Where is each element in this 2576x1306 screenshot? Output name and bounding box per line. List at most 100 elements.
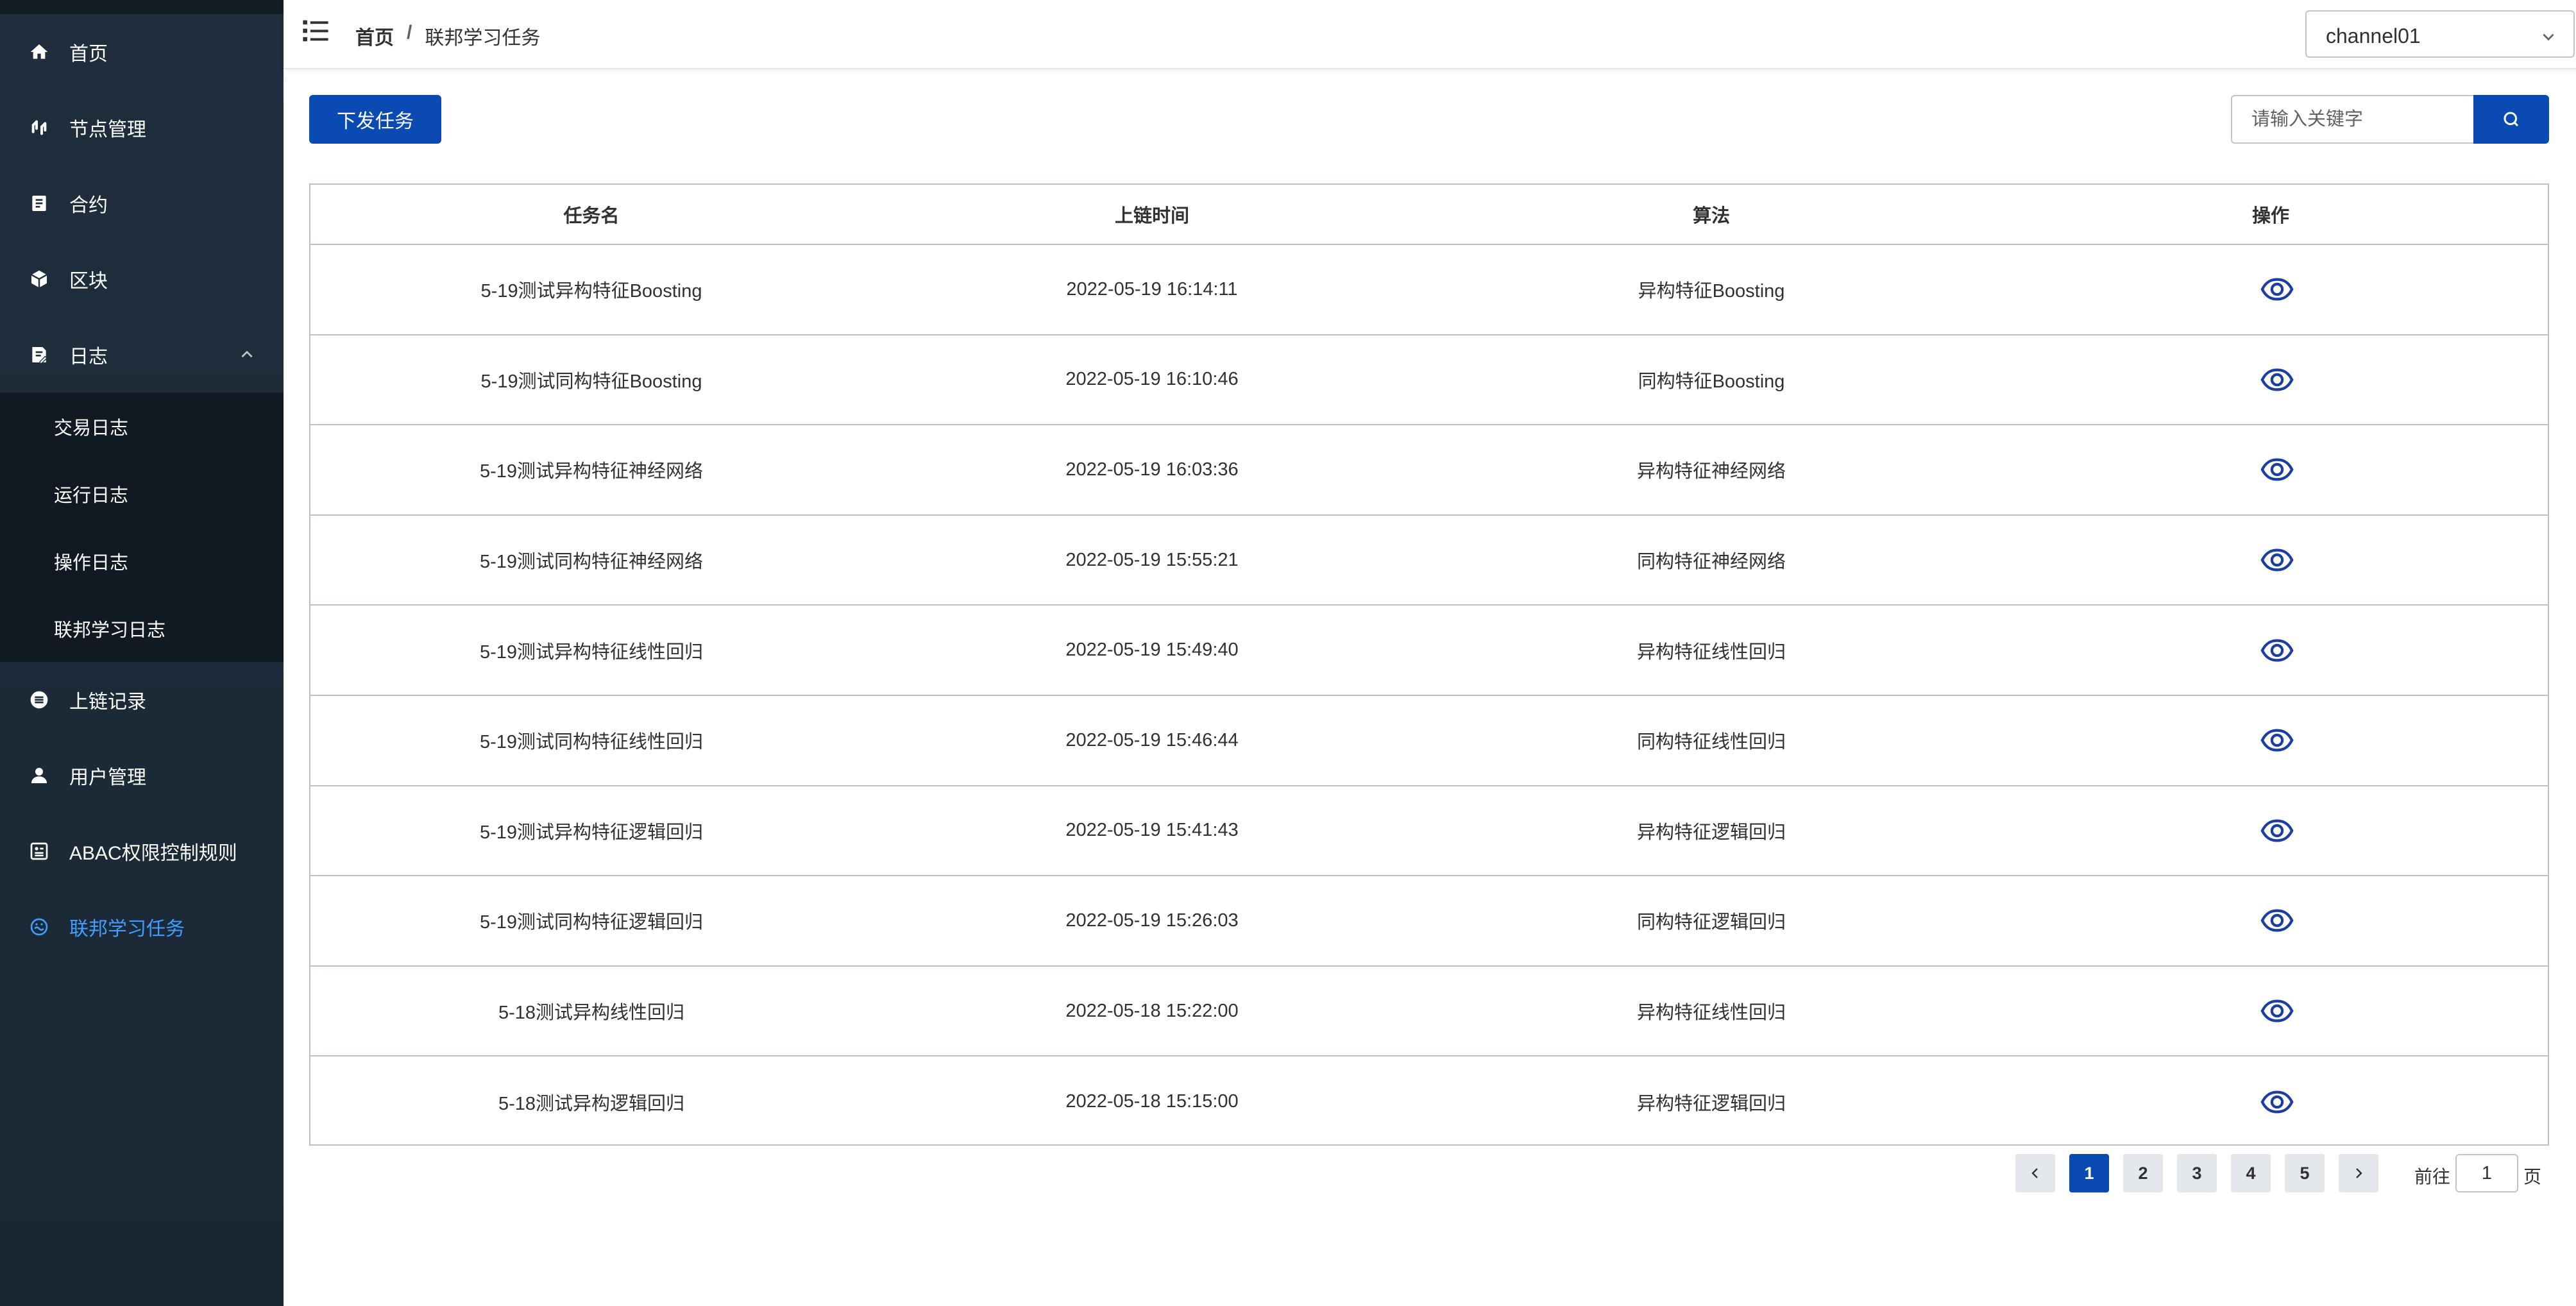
task-name-cell: 5-19测试同构特征Boosting [480,371,702,392]
task-name-cell: 5-18测试异构逻辑回归 [498,1093,685,1114]
algorithm-cell: 同构特征线性回归 [1636,732,1786,753]
actions-cell [1991,516,2550,605]
page-button-4[interactable]: 4 [2231,1154,2271,1192]
breadcrumb: 首页 / 联邦学习任务 [355,22,540,50]
chain-time-cell: 2022-05-19 15:26:03 [1065,910,1239,931]
eye-icon[interactable] [2260,547,2294,573]
page-button-5[interactable]: 5 [2285,1154,2325,1192]
menu-toggle-icon[interactable] [303,19,328,42]
sidebar-item-label: 首页 [69,44,108,65]
table-row: 5-19测试异构特征线性回归 2022-05-19 15:49:40 异构特征线性回… [310,606,2548,696]
eye-icon[interactable] [2260,818,2294,844]
actions-cell [1991,245,2550,334]
page-button-2[interactable]: 2 [2123,1154,2163,1192]
channel-select-value: channel01 [2326,24,2421,47]
algorithm-cell: 异构特征逻辑回归 [1636,822,1786,843]
submenu-item-federated-log[interactable]: 联邦学习日志 [0,595,284,662]
chain-time-cell: 2022-05-19 15:41:43 [1065,820,1239,841]
sidebar-item-users[interactable]: 用户管理 [0,738,284,813]
top-header: 首页 / 联邦学习任务 [284,0,2576,69]
actions-cell [1991,425,2550,514]
chain-record-icon [27,688,51,712]
chevron-right-icon [2356,1168,2362,1178]
submenu-item-runtime-log[interactable]: 运行日志 [0,460,284,527]
prev-page-button[interactable] [2015,1154,2055,1192]
algorithm-cell: 异构特征逻辑回归 [1636,1093,1786,1114]
actions-cell [1991,1056,2550,1147]
node-icon [27,115,51,140]
algorithm-cell: 同构特征神经网络 [1636,552,1786,573]
sidebar-item-contract[interactable]: 合约 [0,165,284,241]
table-row: 5-19测试异构特征神经网络 2022-05-19 16:03:36 异构特征神经网… [310,425,2548,516]
issue-task-button[interactable]: 下发任务 [309,95,441,144]
task-name-cell: 5-18测试异构线性回归 [498,1003,685,1024]
eye-icon[interactable] [2260,457,2294,482]
abac-icon [27,839,51,863]
actions-cell [1991,606,2550,695]
breadcrumb-current: 联邦学习任务 [425,28,541,49]
sidebar-item-label: 上链记录 [69,691,146,713]
algorithm-cell: 异构特征线性回归 [1636,641,1786,663]
eye-icon[interactable] [2260,367,2294,393]
task-name-cell: 5-19测试异构特征Boosting [480,281,702,302]
eye-icon[interactable] [2260,908,2294,933]
task-name-cell: 5-19测试异构特征神经网络 [479,461,704,482]
column-header-algorithm: 算法 [1692,206,1730,226]
goto-page-input[interactable] [2455,1154,2518,1192]
actions-cell [1991,876,2550,965]
sidebar-item-label: 区块 [69,271,108,292]
eye-icon[interactable] [2260,727,2294,753]
sidebar-item-label: 用户管理 [69,767,146,788]
goto-prefix-label: 前往 [2414,1167,2451,1187]
sidebar: 首页 节点管理 合约 区块 日志 交易日志 运行日志 操作日志 联邦学习日志 上… [0,0,284,1306]
table-row: 5-19测试异构特征Boosting 2022-05-19 16:14:11 异构特… [310,245,2548,335]
eye-icon[interactable] [2260,638,2294,663]
chain-time-cell: 2022-05-19 15:46:44 [1065,729,1239,751]
page-button-1[interactable]: 1 [2069,1154,2109,1192]
sidebar-item-home[interactable]: 首页 [0,14,284,90]
search-input[interactable] [2231,95,2475,144]
sidebar-item-label: 合约 [69,195,108,216]
task-name-cell: 5-19测试异构特征逻辑回归 [479,822,704,843]
chevron-down-icon [2543,33,2554,41]
task-table: 任务名 上链时间 算法 操作 5-19测试异构特征Boosting 2022-05… [309,183,2549,1146]
channel-select[interactable]: channel01 [2305,10,2575,58]
chain-time-cell: 2022-05-19 16:03:36 [1065,459,1239,480]
search-icon [2504,112,2519,127]
actions-cell [1991,335,2550,425]
contract-icon [27,191,51,216]
sidebar-item-chain-record[interactable]: 上链记录 [0,662,284,738]
sidebar-item-label: 节点管理 [69,119,146,140]
sidebar-item-label: 联邦学习任务 [69,919,185,940]
search-button[interactable] [2473,95,2549,144]
home-icon [27,40,51,64]
eye-icon[interactable] [2260,1089,2294,1115]
sidebar-item-nodes[interactable]: 节点管理 [0,90,284,165]
actions-cell [1991,786,2550,876]
goto-suffix-label: 页 [2523,1167,2542,1187]
log-icon [27,343,51,367]
page-button-3[interactable]: 3 [2177,1154,2217,1192]
table-row: 5-19测试同构特征神经网络 2022-05-19 15:55:21 同构特征神经网… [310,516,2548,606]
submenu-item-transaction-log[interactable]: 交易日志 [0,393,284,460]
task-name-cell: 5-19测试异构特征线性回归 [479,641,704,663]
algorithm-cell: 同构特征逻辑回归 [1636,912,1786,933]
breadcrumb-home[interactable]: 首页 [355,22,394,50]
next-page-button[interactable] [2339,1154,2378,1192]
federated-icon [27,915,51,939]
eye-icon[interactable] [2260,998,2294,1024]
task-name-cell: 5-19测试同构特征逻辑回归 [479,912,704,933]
table-row: 5-19测试同构特征Boosting 2022-05-19 16:10:46 同构特… [310,335,2548,426]
algorithm-cell: 异构特征Boosting [1638,281,1785,302]
sidebar-item-abac[interactable]: ABAC权限控制规则 [0,813,284,889]
sidebar-item-federated-task[interactable]: 联邦学习任务 [0,889,284,965]
table-row: 5-18测试异构线性回归 2022-05-18 15:22:00 异构特征线性回归 [310,967,2548,1057]
sidebar-item-block[interactable]: 区块 [0,241,284,317]
eye-icon[interactable] [2260,276,2294,302]
algorithm-cell: 异构特征线性回归 [1636,1003,1786,1024]
submenu-item-operation-log[interactable]: 操作日志 [0,527,284,595]
table-row: 5-19测试异构特征逻辑回归 2022-05-19 15:41:43 异构特征逻辑回… [310,786,2548,877]
chain-time-cell: 2022-05-19 15:55:21 [1065,549,1239,570]
sidebar-item-log[interactable]: 日志 [0,317,284,393]
chain-time-cell: 2022-05-18 15:15:00 [1065,1091,1239,1112]
